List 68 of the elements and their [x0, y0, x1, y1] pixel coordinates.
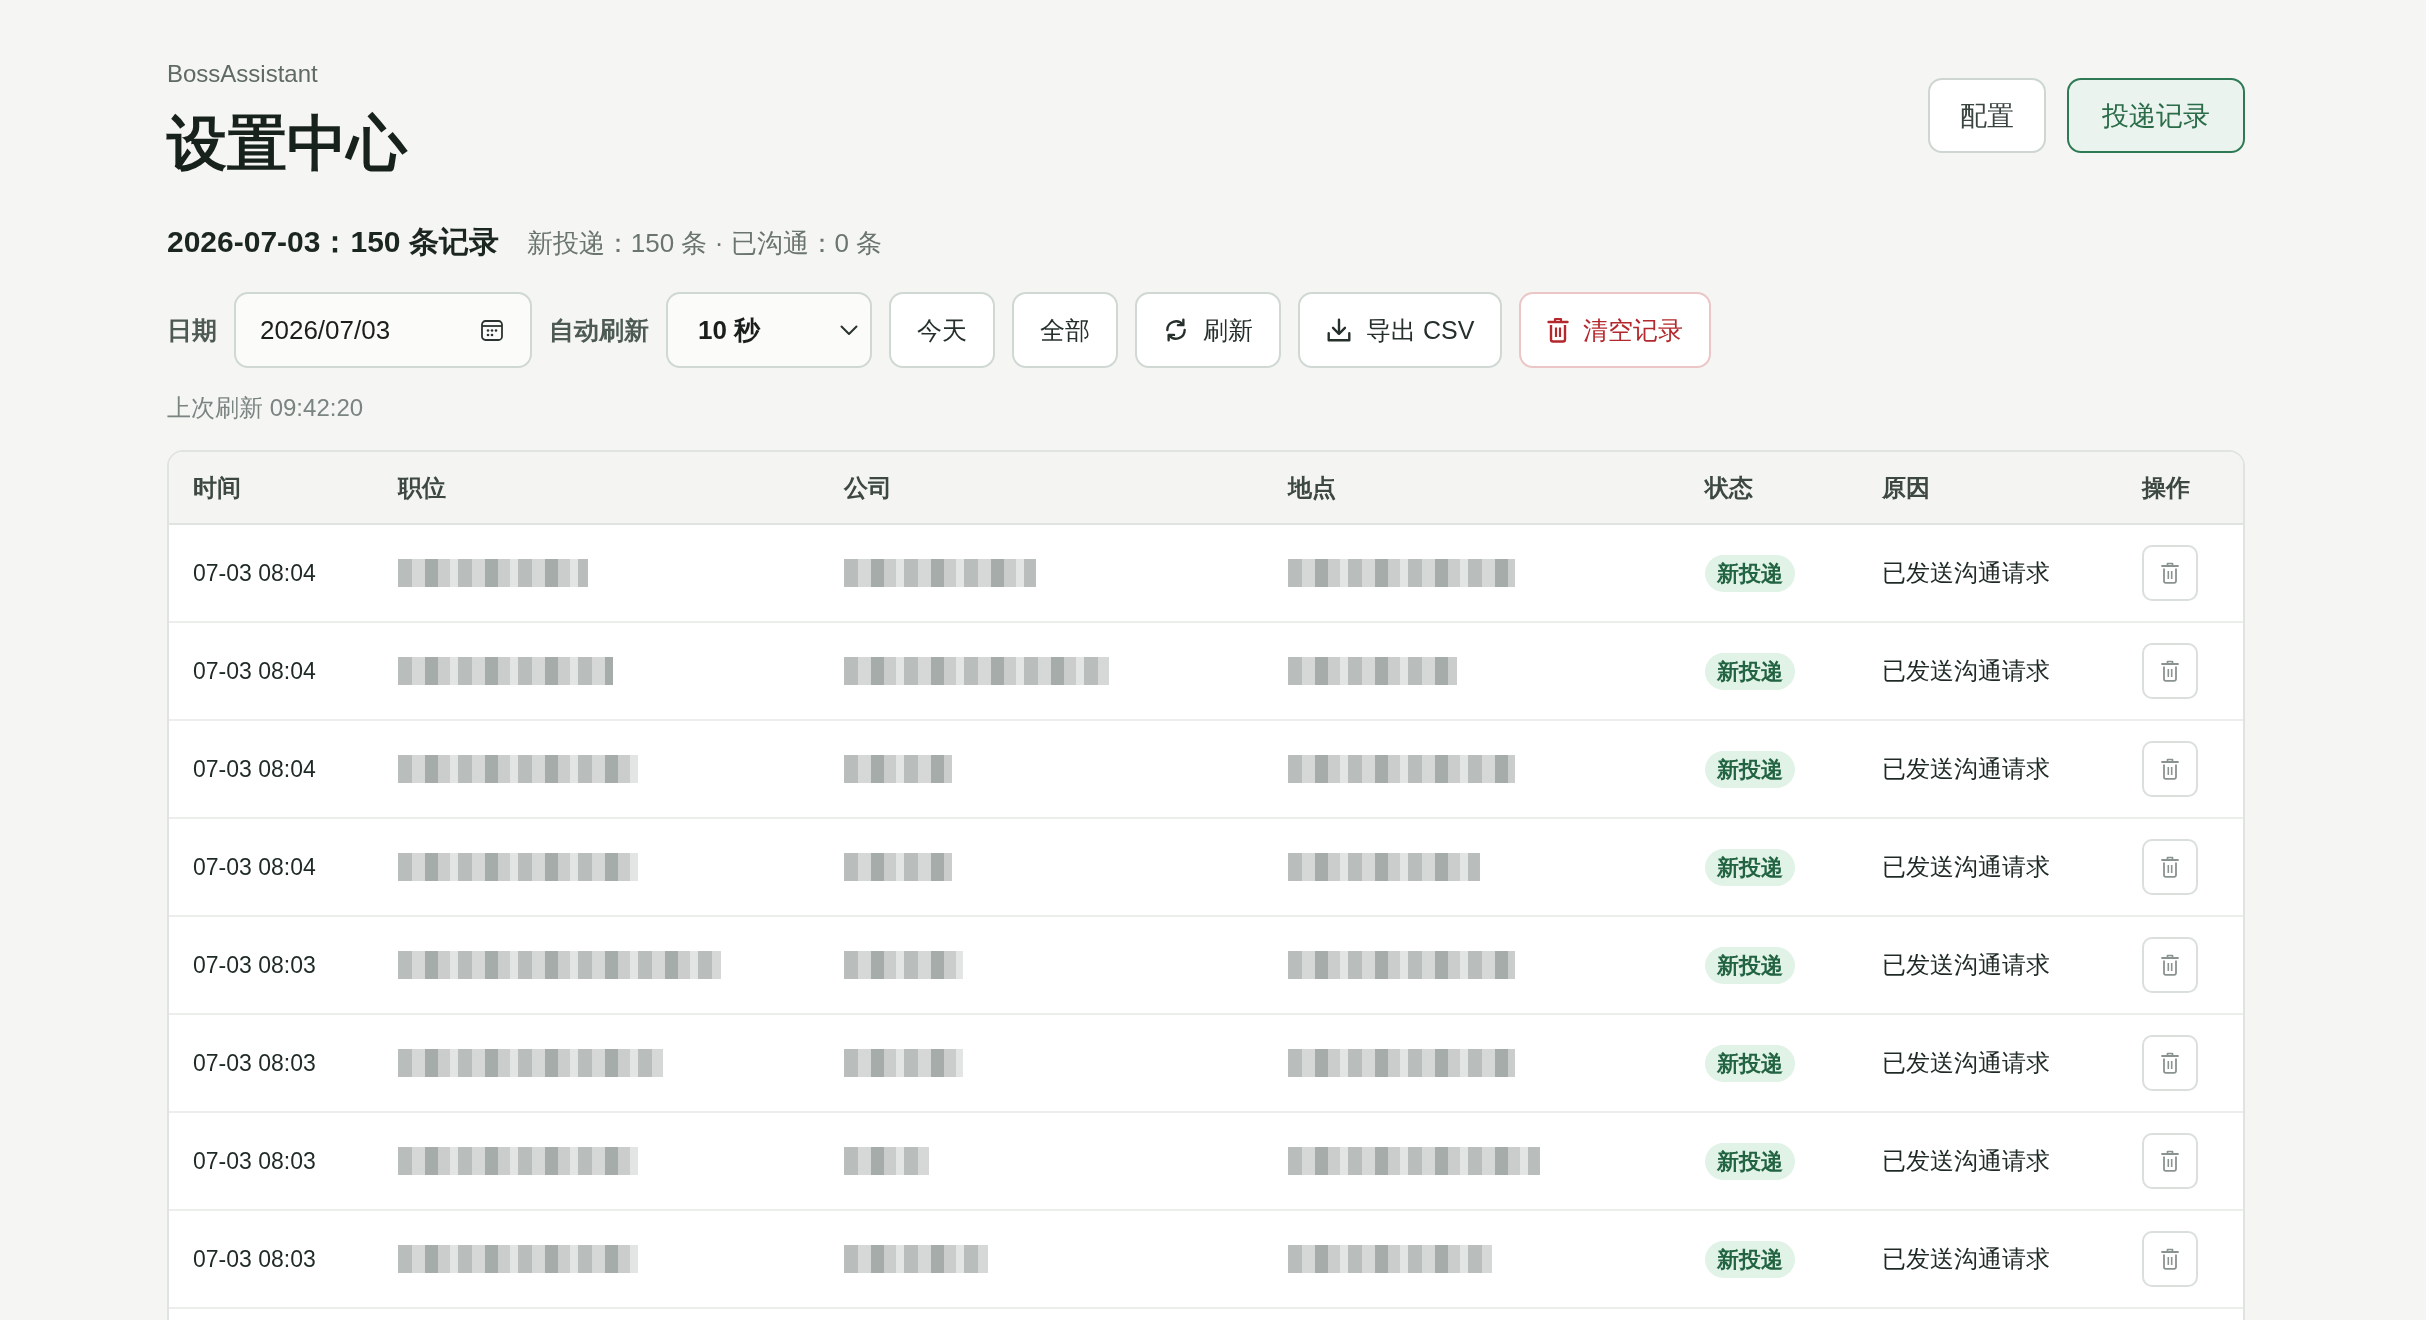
delete-button[interactable] [2142, 937, 2198, 993]
trash-icon [2161, 562, 2179, 584]
status-badge: 新投递 [1705, 848, 1795, 886]
status-badge: 新投递 [1705, 652, 1795, 690]
column-header: 时间 [193, 473, 241, 501]
column-header: 操作 [2142, 473, 2190, 501]
filter-button[interactable]: 全部 [1012, 292, 1118, 368]
record-time: 07-03 08:04 [193, 559, 316, 587]
trash-icon [2161, 856, 2179, 878]
reason-text: 已发送沟通请求 [1882, 1048, 2050, 1078]
delete-button[interactable] [2142, 1133, 2198, 1189]
record-time: 07-03 08:03 [193, 951, 316, 979]
date-field[interactable]: 2026/07/03 [234, 292, 532, 368]
summary-headline: 2026-07-03：150 条记录 [167, 224, 499, 260]
record-time: 07-03 08:04 [193, 853, 316, 881]
reason-text: 已发送沟通请求 [1882, 950, 2050, 980]
trash-icon [2161, 1248, 2179, 1270]
status-badge: 新投递 [1705, 750, 1795, 788]
reason-text: 已发送沟通请求 [1882, 1244, 2050, 1274]
trash-icon [1547, 317, 1570, 343]
last-refresh-time: 上次刷新 09:42:20 [167, 393, 364, 423]
trash-icon [2161, 954, 2179, 976]
delete-button[interactable] [2142, 1035, 2198, 1091]
column-header: 原因 [1882, 473, 1930, 501]
trash-icon [2161, 1052, 2179, 1074]
reason-text: 已发送沟通请求 [1882, 558, 2050, 588]
record-time: 07-03 08:03 [193, 1245, 316, 1273]
nav-button[interactable]: 配置 [1928, 78, 2046, 153]
summary-detail: 新投递：150 条 · 已沟通：0 条 [526, 227, 883, 260]
refresh-icon [1163, 317, 1189, 343]
trash-icon [2161, 660, 2179, 682]
nav-button[interactable]: 投递记录 [2067, 78, 2245, 153]
refresh-interval-select[interactable]: 10 秒 [666, 292, 872, 368]
calendar-icon [480, 318, 504, 342]
column-header: 职位 [398, 473, 446, 501]
clear-records-button[interactable]: 清空记录 [1519, 292, 1712, 368]
column-header: 状态 [1705, 473, 1753, 501]
date-label: 日期 [167, 314, 217, 346]
auto-refresh-label: 自动刷新 [549, 314, 649, 346]
delete-button[interactable] [2142, 643, 2198, 699]
record-time: 07-03 08:04 [193, 755, 316, 783]
refresh-button[interactable]: 刷新 [1135, 292, 1281, 368]
app-name: BossAssistant [167, 59, 319, 89]
trash-icon [2161, 1150, 2179, 1172]
trash-icon [2161, 758, 2179, 780]
download-icon [1326, 317, 1352, 343]
record-time: 07-03 08:03 [193, 1147, 316, 1175]
reason-text: 已发送沟通请求 [1882, 852, 2050, 882]
delete-button[interactable] [2142, 741, 2198, 797]
delete-button[interactable] [2142, 1231, 2198, 1287]
record-time: 07-03 08:03 [193, 1049, 316, 1077]
status-badge: 新投递 [1705, 1240, 1795, 1278]
status-badge: 新投递 [1705, 946, 1795, 984]
status-badge: 新投递 [1705, 1044, 1795, 1082]
filter-button[interactable]: 今天 [889, 292, 995, 368]
column-header: 公司 [844, 473, 892, 501]
chevron-down-icon [840, 324, 858, 336]
export-button[interactable]: 导出 CSV [1298, 292, 1503, 368]
reason-text: 已发送沟通请求 [1882, 1146, 2050, 1176]
reason-text: 已发送沟通请求 [1882, 656, 2050, 686]
delete-button[interactable] [2142, 545, 2198, 601]
record-time: 07-03 08:04 [193, 657, 316, 685]
status-badge: 新投递 [1705, 1142, 1795, 1180]
status-badge: 新投递 [1705, 554, 1795, 592]
delete-button[interactable] [2142, 839, 2198, 895]
column-header: 地点 [1288, 473, 1336, 501]
page-title: 设置中心 [167, 109, 407, 179]
reason-text: 已发送沟通请求 [1882, 754, 2050, 784]
